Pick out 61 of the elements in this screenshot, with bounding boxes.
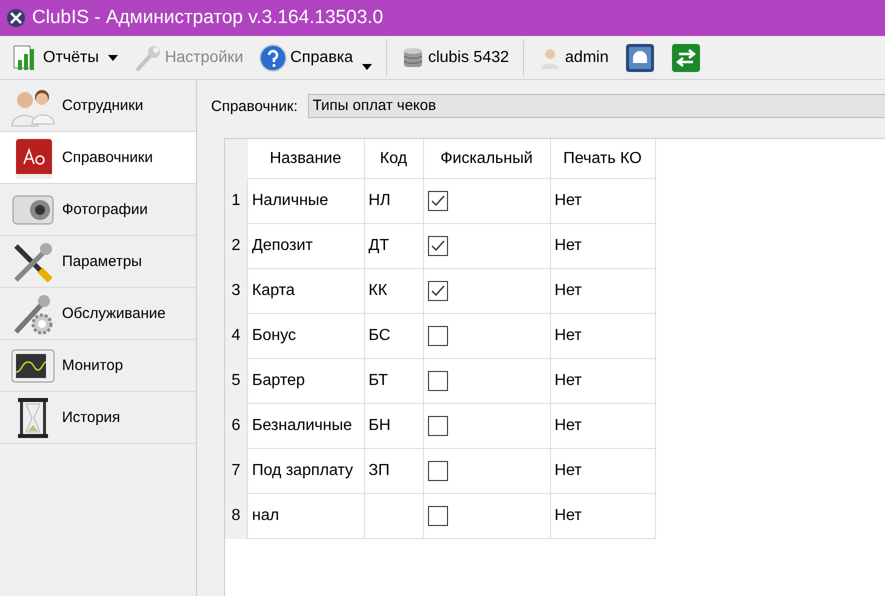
table-cell: Под зарплату: [248, 448, 364, 494]
lock-icon: [624, 42, 655, 72]
row-number: 1: [225, 178, 248, 224]
checkbox[interactable]: [428, 506, 448, 526]
checkbox[interactable]: [428, 191, 448, 211]
help-icon: [259, 44, 288, 72]
table-cell: Бонус: [248, 314, 364, 358]
row-number: 8: [225, 494, 248, 538]
table-cell: КК: [364, 268, 423, 314]
checkbox[interactable]: [428, 281, 448, 301]
column-header[interactable]: Код: [364, 139, 423, 178]
swap-arrows-icon: [670, 42, 701, 72]
row-number: 2: [225, 224, 248, 268]
column-header[interactable]: Фискальный: [423, 139, 550, 178]
table-cell: БС: [364, 314, 423, 358]
table-cell: Нет: [550, 358, 655, 404]
table-cell: Депозит: [248, 224, 364, 268]
table-cell: Нет: [550, 178, 655, 224]
table-cell: Наличные: [248, 178, 364, 224]
user-button[interactable]: admin: [532, 38, 615, 78]
checkbox[interactable]: [428, 461, 448, 481]
checkmark-icon: [430, 239, 446, 253]
directory-label: Справочник:: [211, 98, 298, 114]
checkmark-icon: [430, 194, 446, 208]
database-icon: [401, 46, 426, 70]
checkbox[interactable]: [428, 236, 448, 256]
checkbox[interactable]: [428, 416, 448, 436]
checkbox[interactable]: [428, 326, 448, 346]
table-cell: Карта: [248, 268, 364, 314]
database-button[interactable]: clubis 5432: [395, 38, 516, 78]
directory-field[interactable]: Типы оплат чеков: [308, 94, 885, 118]
table-cell: Нет: [550, 448, 655, 494]
table-cell: ЗП: [364, 448, 423, 494]
table-cell: Безналичные: [248, 404, 364, 448]
reports-button[interactable]: Отчёты: [6, 38, 124, 78]
table-cell: НЛ: [364, 178, 423, 224]
row-number: 3: [225, 268, 248, 314]
table-cell: Нет: [550, 494, 655, 538]
table-cell: Бартер: [248, 358, 364, 404]
help-button[interactable]: Справка: [253, 38, 378, 78]
table-cell: Нет: [550, 224, 655, 268]
column-header[interactable]: Название: [248, 139, 364, 178]
row-number: 4: [225, 314, 248, 358]
row-number: 7: [225, 448, 248, 494]
row-number: 5: [225, 358, 248, 404]
table-cell: ДТ: [364, 224, 423, 268]
table-cell: нал: [248, 494, 364, 538]
caret-icon: [108, 54, 118, 60]
table-cell: БН: [364, 404, 423, 448]
table-cell: Нет: [550, 404, 655, 448]
row-number: 6: [225, 404, 248, 448]
checkbox[interactable]: [428, 371, 448, 391]
table-cell: Нет: [550, 268, 655, 314]
column-header[interactable]: Печать КО: [550, 139, 655, 178]
window-title: ClubIS - Администратор v.3.164.13503.0: [32, 7, 384, 29]
caret-icon: [362, 64, 372, 70]
wrench-icon: [134, 44, 162, 72]
sidebar-item[interactable]: Справочники: [0, 132, 196, 184]
table-cell: БТ: [364, 358, 423, 404]
checkmark-icon: [430, 284, 446, 298]
table-cell: Нет: [550, 314, 655, 358]
